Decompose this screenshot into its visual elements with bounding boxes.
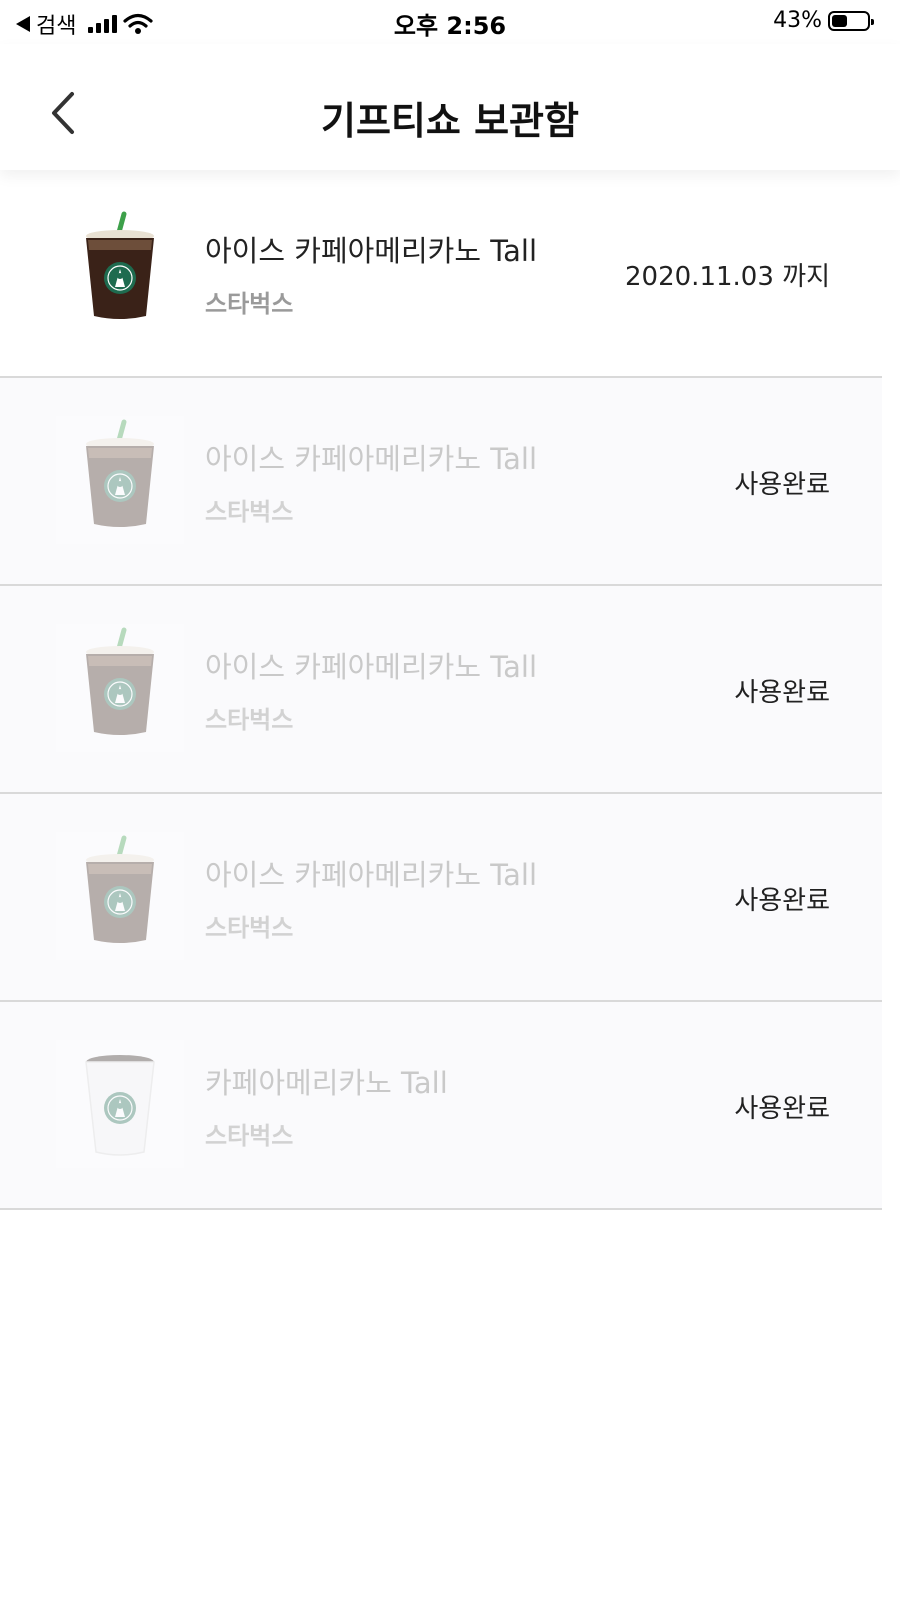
- gift-item-name: 아이스 카페아메리카노 Tall: [205, 234, 538, 268]
- gift-status: 사용완료: [734, 1094, 830, 1124]
- battery-percent: 43%: [773, 8, 822, 33]
- status-bar: 검색 오후 2:56 43%: [0, 0, 900, 44]
- battery-nub: [871, 18, 874, 25]
- gift-item[interactable]: 아이스 카페아메리카노 Tall 스타벅스 2020.11.03 까지: [0, 170, 882, 378]
- gift-item-name: 아이스 카페아메리카노 Tall: [205, 858, 538, 892]
- iced-coffee-cup-image: [56, 624, 184, 752]
- gift-brand: 스타벅스: [205, 498, 294, 526]
- gift-status: 사용완료: [734, 678, 830, 708]
- gift-item-name: 아이스 카페아메리카노 Tall: [205, 650, 538, 684]
- gift-item-name: 카페아메리카노 Tall: [205, 1066, 448, 1100]
- gift-item[interactable]: 아이스 카페아메리카노 Tall 스타벅스 사용완료: [0, 794, 882, 1002]
- status-bar-right: 43%: [773, 8, 874, 33]
- iced-coffee-cup-image: [56, 208, 184, 336]
- gift-status: 2020.11.03 까지: [625, 262, 830, 292]
- battery-icon: [828, 10, 874, 31]
- gift-item[interactable]: 아이스 카페아메리카노 Tall 스타벅스 사용완료: [0, 586, 882, 794]
- gift-brand: 스타벅스: [205, 1122, 294, 1150]
- gift-brand: 스타벅스: [205, 290, 294, 318]
- gift-item[interactable]: 카페아메리카노 Tall 스타벅스 사용완료: [0, 1002, 882, 1210]
- iced-coffee-cup-image: [56, 416, 184, 544]
- gift-status: 사용완료: [734, 470, 830, 500]
- page-title: 기프티쇼 보관함: [321, 99, 579, 143]
- gift-status: 사용완료: [734, 886, 830, 916]
- battery-fill: [832, 14, 847, 27]
- iced-coffee-cup-image: [56, 832, 184, 960]
- gift-item[interactable]: 아이스 카페아메리카노 Tall 스타벅스 사용완료: [0, 378, 882, 586]
- nav-bar: 기프티쇼 보관함: [0, 44, 900, 170]
- status-time: 오후 2:56: [393, 12, 507, 40]
- gift-brand: 스타벅스: [205, 706, 294, 734]
- gift-item-name: 아이스 카페아메리카노 Tall: [205, 442, 538, 476]
- hot-coffee-cup-image: [56, 1040, 184, 1168]
- gift-brand: 스타벅스: [205, 914, 294, 942]
- gift-list: 아이스 카페아메리카노 Tall 스타벅스 2020.11.03 까지 아이스 …: [0, 170, 882, 1210]
